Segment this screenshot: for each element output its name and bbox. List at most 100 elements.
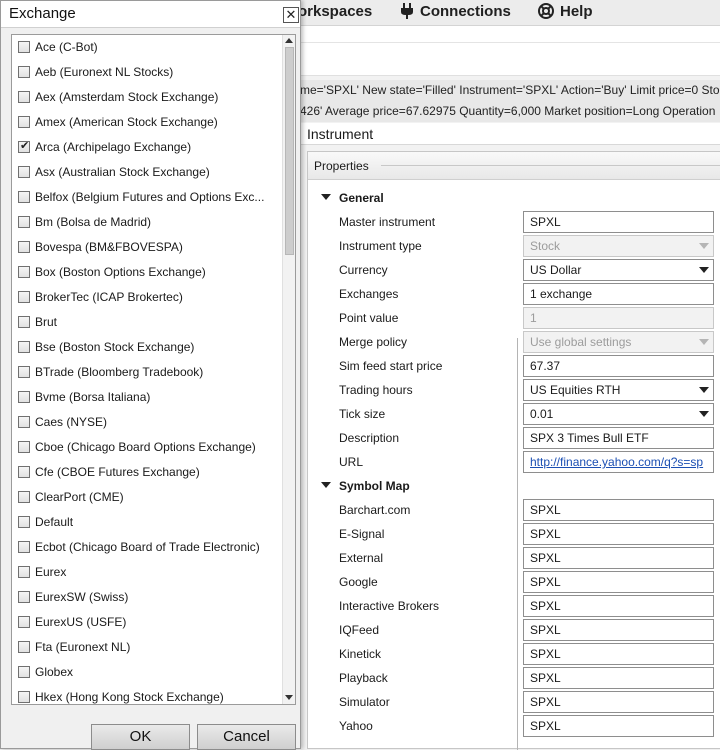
list-item[interactable]: Ace (C-Bot)	[12, 35, 282, 60]
exchange-checkbox[interactable]	[18, 491, 30, 503]
property-label: Description	[339, 431, 400, 445]
exchange-checkbox[interactable]	[18, 441, 30, 453]
collapse-arrow-icon[interactable]	[321, 194, 331, 200]
list-item[interactable]: Bm (Bolsa de Madrid)	[12, 210, 282, 235]
chevron-down-icon[interactable]	[699, 387, 709, 393]
exchange-checkbox[interactable]	[18, 316, 30, 328]
section-symbol-map[interactable]: Symbol Map	[308, 474, 720, 498]
list-item[interactable]: Globex	[12, 660, 282, 685]
exchange-checkbox[interactable]	[18, 241, 30, 253]
section-general[interactable]: General	[308, 186, 720, 210]
list-item[interactable]: Cfe (CBOE Futures Exchange)	[12, 460, 282, 485]
list-item[interactable]: Fta (Euronext NL)	[12, 635, 282, 660]
list-item[interactable]: Cboe (Chicago Board Options Exchange)	[12, 435, 282, 460]
exchange-checkbox[interactable]	[18, 666, 30, 678]
collapse-arrow-icon[interactable]	[321, 482, 331, 488]
list-item[interactable]: EurexUS (USFE)	[12, 610, 282, 635]
property-field[interactable]: SPXL	[523, 571, 714, 593]
exchange-checkbox[interactable]	[18, 516, 30, 528]
list-item[interactable]: Caes (NYSE)	[12, 410, 282, 435]
list-item[interactable]: Amex (American Stock Exchange)	[12, 110, 282, 135]
list-scrollbar[interactable]	[282, 35, 295, 704]
chevron-down-icon[interactable]	[699, 411, 709, 417]
exchange-checkbox[interactable]	[18, 691, 30, 703]
property-row: Google SPXL	[308, 570, 720, 594]
list-item[interactable]: Ecbot (Chicago Board of Trade Electronic…	[12, 535, 282, 560]
list-item[interactable]: Asx (Australian Stock Exchange)	[12, 160, 282, 185]
property-field[interactable]: SPXL	[523, 667, 714, 689]
exchange-checkbox[interactable]	[18, 216, 30, 228]
exchange-checkbox[interactable]	[18, 291, 30, 303]
exchange-checkbox[interactable]	[18, 91, 30, 103]
property-field[interactable]: SPX 3 Times Bull ETF	[523, 427, 714, 449]
list-item[interactable]: Eurex	[12, 560, 282, 585]
menu-connections[interactable]: Connections	[400, 0, 511, 26]
ok-button[interactable]: OK	[91, 724, 190, 750]
property-field[interactable]: 67.37	[523, 355, 714, 377]
exchange-label: BTrade (Bloomberg Tradebook)	[35, 365, 204, 379]
exchange-checkbox[interactable]	[18, 139, 30, 153]
instrument-tab-header[interactable]: Instrument	[300, 123, 720, 145]
property-row: Yahoo SPXL	[308, 714, 720, 738]
log-line: me='SPXL' New state='Filled' Instrument=…	[300, 83, 720, 97]
exchange-checkbox[interactable]	[18, 116, 30, 128]
exchange-checkbox[interactable]	[18, 391, 30, 403]
exchange-checkbox[interactable]	[18, 641, 30, 653]
property-select[interactable]: 0.01	[523, 403, 714, 425]
exchange-checkbox[interactable]	[18, 541, 30, 553]
property-link[interactable]: http://finance.yahoo.com/q?s=sp	[523, 451, 714, 473]
list-item[interactable]: EurexSW (Swiss)	[12, 585, 282, 610]
log-line: 426' Average price=67.62975 Quantity=6,0…	[300, 104, 716, 118]
property-field[interactable]: SPXL	[523, 643, 714, 665]
exchange-checkbox[interactable]	[18, 66, 30, 78]
property-field[interactable]: SPXL	[523, 547, 714, 569]
chevron-down-icon[interactable]	[699, 267, 709, 273]
cancel-button[interactable]: Cancel	[197, 724, 296, 750]
exchange-checkbox[interactable]	[18, 266, 30, 278]
property-row: External SPXL	[308, 546, 720, 570]
list-item[interactable]: Default	[12, 510, 282, 535]
menu-help[interactable]: Help	[538, 0, 593, 26]
close-icon[interactable]: ✕	[283, 7, 299, 23]
exchange-checkbox[interactable]	[18, 616, 30, 628]
property-field[interactable]: 1 exchange	[523, 283, 714, 305]
exchange-label: Arca (Archipelago Exchange)	[35, 140, 192, 154]
list-item[interactable]: Hkex (Hong Kong Stock Exchange)	[12, 685, 282, 704]
menu-workspaces[interactable]: orkspaces	[298, 0, 372, 26]
exchange-checkbox[interactable]	[18, 191, 30, 203]
list-item[interactable]: Bvme (Borsa Italiana)	[12, 385, 282, 410]
exchange-checkbox[interactable]	[18, 166, 30, 178]
exchange-checkbox[interactable]	[18, 41, 30, 53]
list-item[interactable]: Arca (Archipelago Exchange)	[12, 135, 282, 160]
property-select[interactable]: US Dollar	[523, 259, 714, 281]
exchange-checkbox[interactable]	[18, 591, 30, 603]
list-item[interactable]: BrokerTec (ICAP Brokertec)	[12, 285, 282, 310]
list-item[interactable]: Bse (Boston Stock Exchange)	[12, 335, 282, 360]
property-field[interactable]: SPXL	[523, 499, 714, 521]
exchange-label: Globex	[35, 665, 74, 679]
exchange-checkbox[interactable]	[18, 566, 30, 578]
scroll-up-arrow-icon[interactable]	[285, 38, 293, 43]
property-field[interactable]: SPXL	[523, 691, 714, 713]
list-item[interactable]: Aeb (Euronext NL Stocks)	[12, 60, 282, 85]
exchange-label: Cboe (Chicago Board Options Exchange)	[35, 440, 256, 454]
property-field[interactable]: SPXL	[523, 715, 714, 737]
list-item[interactable]: Bovespa (BM&FBOVESPA)	[12, 235, 282, 260]
list-item[interactable]: Aex (Amsterdam Stock Exchange)	[12, 85, 282, 110]
list-item[interactable]: ClearPort (CME)	[12, 485, 282, 510]
property-field[interactable]: SPXL	[523, 619, 714, 641]
property-field[interactable]: SPXL	[523, 211, 714, 233]
property-select[interactable]: US Equities RTH	[523, 379, 714, 401]
list-item[interactable]: BTrade (Bloomberg Tradebook)	[12, 360, 282, 385]
scroll-down-arrow-icon[interactable]	[285, 695, 293, 700]
property-field[interactable]: SPXL	[523, 595, 714, 617]
list-item[interactable]: Box (Boston Options Exchange)	[12, 260, 282, 285]
exchange-checkbox[interactable]	[18, 341, 30, 353]
exchange-checkbox[interactable]	[18, 416, 30, 428]
list-item[interactable]: Belfox (Belgium Futures and Options Exc.…	[12, 185, 282, 210]
list-item[interactable]: Brut	[12, 310, 282, 335]
exchange-checkbox[interactable]	[18, 466, 30, 478]
exchange-checkbox[interactable]	[18, 366, 30, 378]
scroll-thumb[interactable]	[285, 47, 294, 255]
property-field[interactable]: SPXL	[523, 523, 714, 545]
